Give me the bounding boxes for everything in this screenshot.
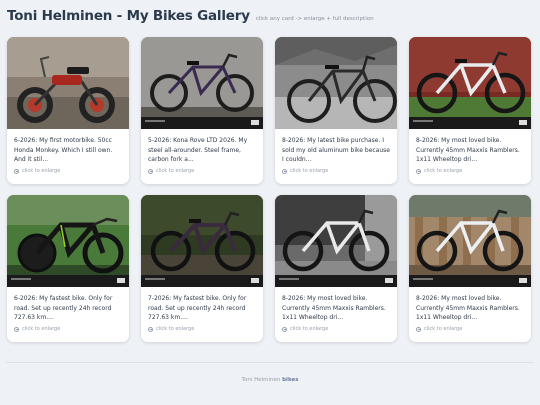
bike-photo[interactable] xyxy=(409,37,531,129)
enlarge-hint[interactable]: click to enlarge xyxy=(14,326,60,332)
enlarge-label: click to enlarge xyxy=(290,326,329,332)
page-title: Toni Helminen - My Bikes Gallery xyxy=(7,8,250,24)
zoom-icon xyxy=(416,326,421,332)
enlarge-hint[interactable]: click to enlarge xyxy=(148,326,194,332)
enlarge-label: click to enlarge xyxy=(156,168,195,174)
bike-photo[interactable] xyxy=(141,195,263,287)
page-header: Toni Helminen - My Bikes Gallery click a… xyxy=(7,8,374,24)
card-description: 8-2026: My most loved bike. Currently 45… xyxy=(416,295,520,322)
enlarge-hint[interactable]: click to enlarge xyxy=(282,326,328,332)
enlarge-hint[interactable]: click to enlarge xyxy=(416,326,462,332)
zoom-icon xyxy=(148,326,153,332)
card-description: 8-2026: My latest bike purchase. I sold … xyxy=(282,137,390,164)
card-description: 8-2026: My most loved bike. Currently 45… xyxy=(416,137,520,164)
zoom-icon xyxy=(14,168,19,174)
bike-photo[interactable] xyxy=(141,37,263,129)
gallery-card-4[interactable]: 8-2026: My most loved bike. Currently 45… xyxy=(409,37,531,184)
enlarge-hint[interactable]: click to enlarge xyxy=(14,168,60,174)
footer-author: Toni Helminen xyxy=(241,377,281,383)
bike-photo[interactable] xyxy=(409,195,531,287)
enlarge-label: click to enlarge xyxy=(22,326,61,332)
gallery-card-2[interactable]: 5-2026: Kona Rove LTD 2026. My steel all… xyxy=(141,37,263,184)
page-subtitle: click any card -> enlarge + full descrip… xyxy=(255,16,374,22)
card-description: 8-2026: My most loved bike. Currently 45… xyxy=(282,295,386,322)
enlarge-hint[interactable]: click to enlarge xyxy=(282,168,328,174)
enlarge-hint[interactable]: click to enlarge xyxy=(416,168,462,174)
zoom-icon xyxy=(416,168,421,174)
zoom-icon xyxy=(282,326,287,332)
bike-photo[interactable] xyxy=(7,37,129,129)
card-description: 6-2026: My fastest bike. Only for road. … xyxy=(14,295,113,322)
enlarge-label: click to enlarge xyxy=(424,168,463,174)
bike-photo[interactable] xyxy=(275,195,397,287)
gallery-card-7[interactable]: 8-2026: My most loved bike. Currently 45… xyxy=(275,195,397,342)
bike-photo[interactable] xyxy=(275,37,397,129)
gallery-card-6[interactable]: 7-2026: My fastest bike. Only for road. … xyxy=(141,195,263,342)
enlarge-label: click to enlarge xyxy=(156,326,195,332)
card-description: 6-2026: My first motorbike. 50cc Honda M… xyxy=(14,137,113,164)
gallery-card-8[interactable]: 8-2026: My most loved bike. Currently 45… xyxy=(409,195,531,342)
zoom-icon xyxy=(14,326,19,332)
footer: Toni Helminen bikes xyxy=(0,377,540,383)
gallery-card-1[interactable]: 6-2026: My first motorbike. 50cc Honda M… xyxy=(7,37,129,184)
footer-divider xyxy=(6,362,534,363)
gallery-card-3[interactable]: 8-2026: My latest bike purchase. I sold … xyxy=(275,37,397,184)
enlarge-label: click to enlarge xyxy=(290,168,329,174)
bike-photo[interactable] xyxy=(7,195,129,287)
enlarge-hint[interactable]: click to enlarge xyxy=(148,168,194,174)
zoom-icon xyxy=(148,168,153,174)
enlarge-label: click to enlarge xyxy=(424,326,463,332)
card-description: 5-2026: Kona Rove LTD 2026. My steel all… xyxy=(148,137,248,164)
zoom-icon xyxy=(282,168,287,174)
footer-bikes: bikes xyxy=(282,377,299,383)
enlarge-label: click to enlarge xyxy=(22,168,61,174)
gallery-card-5[interactable]: 6-2026: My fastest bike. Only for road. … xyxy=(7,195,129,342)
card-description: 7-2026: My fastest bike. Only for road. … xyxy=(148,295,247,322)
